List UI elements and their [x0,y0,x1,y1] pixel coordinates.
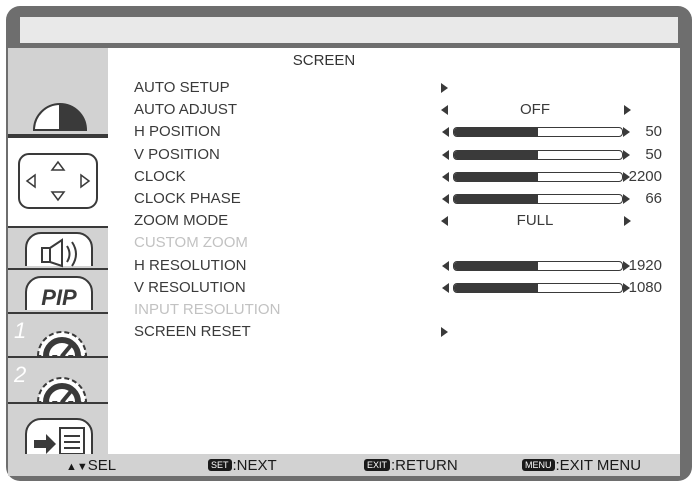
picture-icon [32,103,88,131]
advanced-option-icon [25,418,93,456]
pip-icon-text: PIP [41,285,77,310]
menu-item-input-resolution: INPUT RESOLUTION [108,299,680,321]
menu-item-auto-adjust[interactable]: AUTO ADJUST OFF [108,99,680,121]
option-value: FULL [516,212,554,230]
menu-item-zoom-mode[interactable]: ZOOM MODE FULL [108,210,680,232]
title-bar [20,17,678,43]
exit-key-icon: EXIT [364,459,391,471]
menu-item-label: SCREEN RESET [134,323,251,341]
slider-bar[interactable] [453,282,623,293]
tab-configuration-2[interactable]: 2 [8,358,108,404]
hint-next-label: :NEXT [232,457,277,474]
audio-icon [25,232,93,268]
arrow-right-icon[interactable] [441,83,448,93]
slider-value: 66 [645,190,662,207]
menu-item-custom-zoom: CUSTOM ZOOM [108,232,680,254]
hint-select-label: SEL [87,457,117,474]
menu-item-v-position[interactable]: V POSITION 50 [108,144,680,166]
menu-item-h-position[interactable]: H POSITION 50 [108,121,680,143]
slider-fill [454,172,538,181]
tab-number-2: 2 [14,362,27,387]
tab-screen[interactable] [8,136,111,228]
slider-fill [454,150,538,159]
tab-picture[interactable] [8,48,108,136]
up-down-arrows-icon: ▲▼ [66,461,88,473]
menu-item-label: INPUT RESOLUTION [134,301,281,318]
arrow-right-icon[interactable] [624,105,631,116]
config-2-icon [36,377,88,402]
arrow-left-icon[interactable] [442,127,449,138]
slider-bar[interactable] [453,171,623,182]
slider-bar[interactable] [453,149,623,160]
menu-item-label: CLOCK [134,167,186,185]
menu-key-icon: MENU [522,459,555,471]
arrow-right-icon[interactable] [623,194,630,204]
hint-return-label: :RETURN [391,457,458,474]
menu-title: SCREEN [292,52,356,69]
screen-icon [18,153,98,209]
menu-item-label: AUTO ADJUST [134,101,238,119]
slider-value: 1080 [628,278,662,296]
menu-item-screen-reset[interactable]: SCREEN RESET [108,321,680,343]
slider-bar[interactable] [453,127,623,138]
slider-bar[interactable] [453,194,623,204]
slider-fill [454,195,538,203]
menu-item-label: V RESOLUTION [134,278,246,296]
arrow-left-icon[interactable] [442,282,449,293]
arrow-left-icon[interactable] [442,149,449,160]
slider-value: 1920 [628,256,662,274]
slider-fill [454,283,538,292]
menu-item-label: CUSTOM ZOOM [134,234,248,252]
hint-return: EXIT:RETURN [364,457,458,474]
arrow-left-icon[interactable] [442,171,449,182]
hint-next: SET:NEXT [208,457,277,474]
menu-content: SCREEN AUTO SETUP AUTO ADJUST OFF H POSITIO… [108,48,680,454]
option-value: OFF [520,101,550,119]
menu-item-h-resolution[interactable]: H RESOLUTION 1920 [108,255,680,277]
footer-hints: ▲▼SEL SET:NEXT EXIT:RETURN MENU:EXIT MEN… [8,454,680,476]
menu-item-label: V POSITION [134,145,220,163]
menu-item-clock[interactable]: CLOCK 2200 [108,166,680,188]
arrow-left-icon[interactable] [442,260,449,271]
hint-exit-menu-label: :EXIT MENU [555,457,642,474]
menu-item-label: H POSITION [134,123,221,141]
tab-number-1: 1 [14,318,27,343]
menu-item-label: ZOOM MODE [134,212,229,230]
slider-value: 50 [645,123,662,141]
menu-item-clock-phase[interactable]: CLOCK PHASE 66 [108,188,680,210]
tab-advanced-option[interactable] [8,404,108,456]
tab-configuration-1[interactable]: 1 [8,314,108,358]
arrow-right-icon[interactable] [624,216,631,227]
arrow-right-icon[interactable] [441,327,448,338]
slider-value: 2200 [628,167,662,185]
menu-item-auto-setup[interactable]: AUTO SETUP [108,77,680,99]
arrow-left-icon[interactable] [441,105,448,116]
arrow-left-icon[interactable] [442,194,449,204]
arrow-left-icon[interactable] [441,216,448,227]
arrow-right-icon[interactable] [623,127,630,138]
menu-item-v-resolution[interactable]: V RESOLUTION 1080 [108,277,680,299]
hint-select: ▲▼SEL [66,457,116,474]
hint-exit-menu: MENU:EXIT MENU [522,457,641,474]
slider-fill [454,261,538,270]
tab-audio[interactable] [8,226,108,270]
tab-pip[interactable]: PIP [8,270,108,314]
slider-bar[interactable] [453,260,623,271]
slider-value: 50 [645,145,662,163]
sidebar: PIP 1 2 3 [8,48,111,454]
config-1-icon [36,331,88,356]
menu-item-label: CLOCK PHASE [134,190,241,207]
menu-item-label: H RESOLUTION [134,256,247,274]
menu-item-label: AUTO SETUP [134,79,230,96]
arrow-right-icon[interactable] [623,149,630,160]
pip-icon: PIP [25,276,93,310]
set-key-icon: SET [208,459,232,471]
slider-fill [454,128,538,137]
